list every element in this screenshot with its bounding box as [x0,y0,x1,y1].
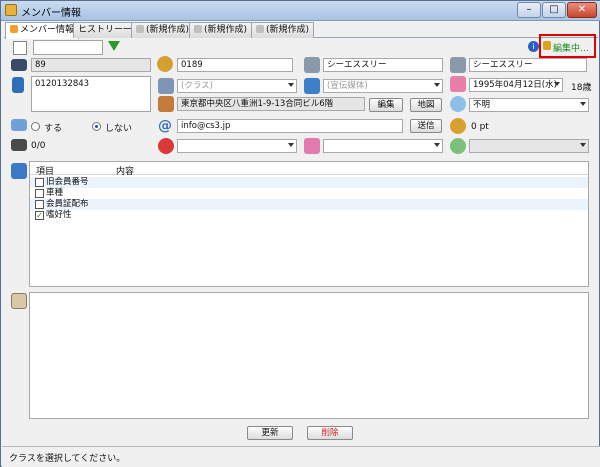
tab-new-2[interactable]: (新規作成) [189,22,253,38]
name-field[interactable]: シーエススリー [469,58,587,72]
member-number-field[interactable]: 0189 [177,58,293,72]
edit-status: 編集中… [553,44,590,54]
tag-select-1[interactable] [177,139,297,153]
map-button[interactable]: 地図 [410,98,442,112]
column-header-content: 内容 [116,167,135,177]
class-icon [158,78,174,94]
minimize-button[interactable]: – [517,2,541,18]
media-select[interactable]: (宣伝媒体) [323,79,443,93]
attribute-list: 項目 内容 旧会員番号 車種 会員証配布 ✓ 嗜好性 [29,161,589,287]
mail-icon [11,119,27,131]
age-label: 18歳 [571,83,592,93]
puzzle-icon [11,163,27,179]
send-button[interactable]: 送信 [410,119,442,133]
status-text: クラスを選択してください。 [9,454,126,464]
info-icon[interactable]: i [528,41,539,52]
member-icon [10,25,18,33]
list-header: 項目 内容 [30,162,588,177]
row-checkbox[interactable] [35,189,44,198]
name-kana-field[interactable]: シーエススリー [323,58,443,72]
lock-icon [136,25,144,33]
new-document-icon[interactable] [13,41,27,55]
notepad-icon [11,293,27,309]
mail-no-label: しない [105,124,133,134]
title-bar: メンバー情報 – □ ✕ [1,1,600,21]
clock-icon [450,138,466,154]
lock-icon [256,25,264,33]
name-card-icon [304,57,320,73]
app-icon [5,4,17,16]
price-tag-icon [158,138,174,154]
tag-select-2[interactable] [323,139,443,153]
delete-button[interactable]: 削除 [307,426,353,440]
phone-icon [12,77,24,93]
lock-icon [543,41,551,50]
status-bar: クラスを選択してください。 [2,446,600,467]
tab-member-info[interactable]: メンバー情報 [5,22,80,39]
mail-no-radio[interactable] [92,122,101,131]
arrow-down-icon[interactable] [108,41,120,51]
tab-new-1[interactable]: (新規作成) [131,22,195,38]
at-icon: @ [158,118,172,134]
maximize-button[interactable]: □ [542,2,566,18]
time-select [469,139,589,153]
blood-type-select[interactable]: 不明 [469,98,589,112]
points-label: 0 pt [471,122,489,132]
member-id-field: 89 [31,58,151,72]
search-input[interactable] [33,40,103,55]
list-item[interactable]: 旧会員番号 [30,177,588,188]
memo-textarea[interactable] [29,292,589,419]
mail-yes-label: する [44,124,63,134]
row-checkbox-checked[interactable]: ✓ [35,211,44,220]
class-select[interactable]: (クラス) [177,79,297,93]
list-item[interactable]: 会員証配布 [30,199,588,210]
window-title: メンバー情報 [21,8,81,19]
birthday-cake-icon [450,76,466,92]
id-card-icon [11,59,27,71]
name-card-icon [450,57,466,73]
phone-field[interactable]: 0120132843 [31,76,151,112]
address-field: 東京都中央区八重洲1-9-13合同ビル6階 [177,97,365,111]
window: メンバー情報 – □ ✕ メンバー情報 ヒストリー一覧 (新規作成) (新規作成… [0,0,600,467]
counter-label: 0/0 [31,141,46,151]
address-edit-button[interactable]: 編集 [369,98,403,112]
birthday-picker[interactable]: 1995年04月12日(水) [469,78,563,92]
lock-icon [194,25,202,33]
column-header-item: 項目 [36,167,55,177]
coins-icon [450,118,466,134]
person-heart-icon [304,138,320,154]
list-item[interactable]: ✓ 嗜好性 [30,210,588,221]
media-icon [304,78,320,94]
email-field[interactable]: info@cs3.jp [177,119,403,133]
address-book-icon [158,96,174,112]
counter-icon [11,139,27,151]
close-button[interactable]: ✕ [567,2,597,18]
mail-yes-radio[interactable] [31,122,40,131]
list-item[interactable]: 車種 [30,188,588,199]
key-icon [157,56,173,72]
update-button[interactable]: 更新 [247,426,293,440]
tab-new-3[interactable]: (新規作成) [251,22,315,38]
blood-type-icon [450,96,466,112]
row-checkbox[interactable] [35,200,44,209]
row-checkbox[interactable] [35,178,44,187]
